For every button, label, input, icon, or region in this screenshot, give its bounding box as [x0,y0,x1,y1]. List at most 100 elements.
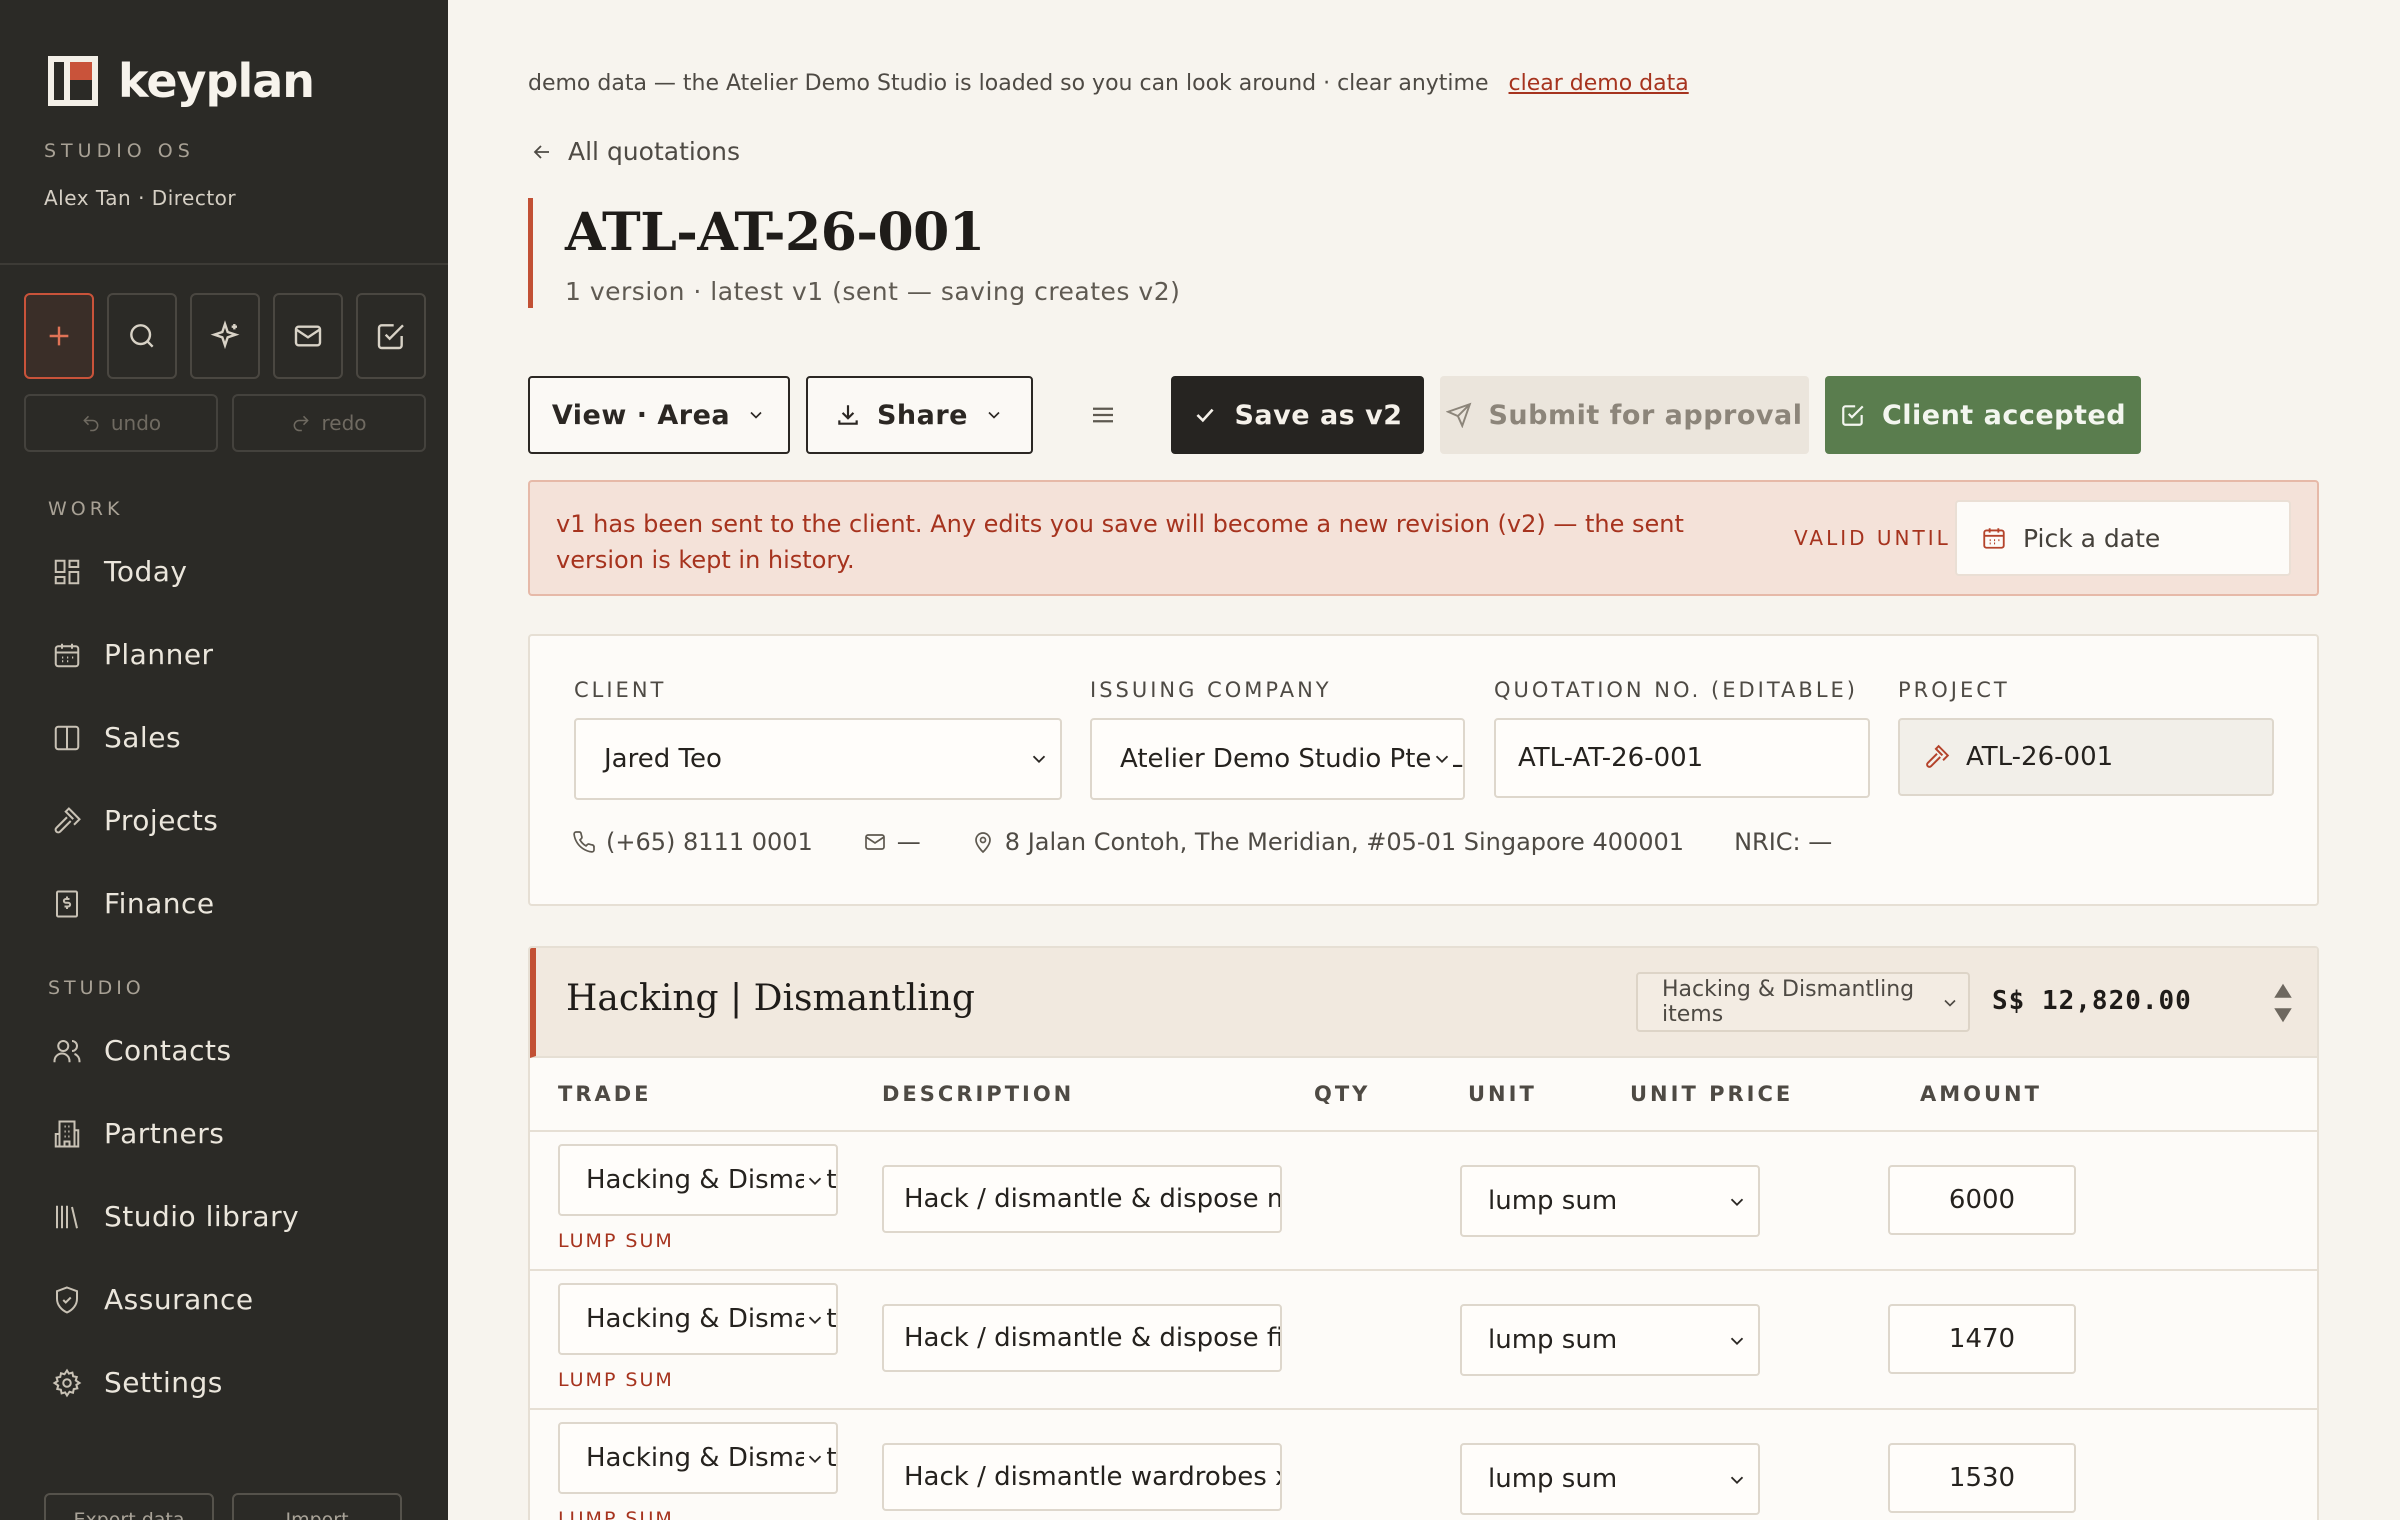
issuing-company-label: ISSUING COMPANY [1090,678,1332,702]
chevron-down-icon [1431,748,1453,770]
search-icon [130,324,154,348]
sparkle-icon [210,320,240,350]
inbox-button[interactable] [273,293,343,379]
mail-icon [294,325,322,347]
quotation-no-label: QUOTATION NO. (EDITABLE) [1494,678,1858,702]
nav-settings-label: Settings [104,1366,223,1399]
amount-input[interactable]: 1470 [1888,1304,2076,1374]
nav-contacts[interactable]: Contacts [52,1034,232,1067]
client-address: 8 Jalan Contoh, The Meridian, #05-01 Sin… [971,828,1684,856]
new-button[interactable] [24,293,94,379]
reorder-handle-icon[interactable] [2272,982,2294,1024]
project-field[interactable]: ATL-26-001 [1898,718,2274,796]
chevron-down-icon [750,411,762,419]
redo-icon [294,415,310,432]
main-content: demo data — the Atelier Demo Studio is l… [448,0,2400,1520]
valid-until-date-picker[interactable]: Pick a date [1955,500,2291,576]
undo-button[interactable]: undo [24,394,218,452]
client-email: — [863,828,921,856]
nav-projects[interactable]: Projects [52,804,218,837]
nav-planner[interactable]: Planner [52,638,214,671]
search-button[interactable] [107,293,177,379]
dashboard-icon [54,559,80,584]
client-contact-info: (+65) 8111 0001 — 8 Jalan Contoh, The Me… [572,828,1882,856]
date-placeholder: Pick a date [2023,523,2161,553]
view-area-dropdown[interactable]: View · Area [528,376,790,454]
column-amount: AMOUNT [1920,1082,2042,1106]
trade-select[interactable]: Hacking & Dismantling [558,1283,838,1355]
trade-select[interactable]: Hacking & Dismantling [558,1144,838,1216]
client-select[interactable]: Jared Teo [574,718,1062,800]
nav-settings[interactable]: Settings [52,1366,223,1399]
chevron-down-icon [1028,748,1050,770]
quick-tools [24,293,426,379]
shield-icon [56,1285,78,1314]
nav-assurance-label: Assurance [104,1283,254,1316]
nav-today-label: Today [104,555,188,588]
redo-label: redo [321,411,367,435]
project-value: ATL-26-001 [1966,742,2114,772]
work-section-label: WORK [48,498,124,520]
description-value: Hack / dismantle wardrobes x 3 [904,1462,1282,1492]
nav-sales[interactable]: Sales [52,721,181,754]
redo-button[interactable]: redo [232,394,426,452]
nav-partners[interactable]: Partners [52,1117,224,1150]
amount-input[interactable]: 1530 [1888,1443,2076,1513]
receipt-icon [56,890,78,917]
menu-icon [1093,407,1113,423]
quotation-no-input[interactable]: ATL-AT-26-001 [1494,718,1870,798]
trade-value: Hacking & Dismantling [586,1304,837,1334]
brand[interactable]: keyplan [48,54,315,108]
demo-banner: demo data — the Atelier Demo Studio is l… [528,71,1689,96]
nav-finance-label: Finance [104,887,215,920]
data-actions: Export data Import [44,1493,402,1520]
tasks-button[interactable] [356,293,426,379]
export-data-button[interactable]: Export data [44,1493,214,1520]
nav-assurance[interactable]: Assurance [52,1283,254,1316]
section-title[interactable]: Hacking | Dismantling [566,978,975,1019]
nav-partners-label: Partners [104,1117,225,1150]
trade-select[interactable]: Hacking & Dismantling [558,1422,838,1494]
quotation-details-card: CLIENT Jared Teo ISSUING COMPANY Atelier… [528,634,2319,906]
amount-value: 1530 [1948,1463,2016,1493]
accepted-label: Client accepted [1881,399,2127,431]
column-unit: UNIT [1468,1082,1537,1106]
issuing-company-select[interactable]: Atelier Demo Studio Pte. Ltd. [1090,718,1465,800]
nav-finance[interactable]: Finance [52,887,215,920]
more-menu-button[interactable] [1069,376,1137,454]
chevron-down-icon [988,411,1000,419]
description-input[interactable]: Hack / dismantle & dispose fixtures [882,1304,1282,1372]
description-value: Hack / dismantle & dispose fixtures [904,1323,1282,1353]
unit-select[interactable]: lump sum [1460,1165,1760,1237]
description-input[interactable]: Hack / dismantle wardrobes x 3 [882,1443,1282,1511]
chevron-down-icon [1726,1469,1748,1491]
nav-today[interactable]: Today [52,555,187,588]
clear-demo-link[interactable]: clear demo data [1509,71,1689,96]
share-dropdown[interactable]: Share [806,376,1033,454]
submit-for-approval-button[interactable]: Submit for approval [1440,376,1809,454]
client-nric-value: NRIC: — [1734,828,1833,856]
nav-planner-label: Planner [104,638,214,671]
download-icon [838,405,858,425]
undo-icon [83,415,99,432]
save-label: Save as v2 [1234,399,1403,431]
action-toolbar: View · Area Share Save as v2 Submit for … [528,376,2141,454]
section-items-select[interactable]: Hacking & Dismantling items [1636,972,1970,1032]
section-items-value: Hacking & Dismantling items [1662,977,1915,1027]
chevron-down-icon [1726,1191,1748,1213]
amount-input[interactable]: 6000 [1888,1165,2076,1235]
section-header: Hacking | Dismantling Hacking & Dismantl… [530,948,2317,1058]
back-to-quotations-link[interactable]: All quotations [530,137,740,166]
unit-select[interactable]: lump sum [1460,1443,1760,1515]
nav-studio-library[interactable]: Studio library [52,1200,299,1233]
column-description: DESCRIPTION [882,1082,1075,1106]
description-input[interactable]: Hack / dismantle & dispose marble floori… [882,1165,1282,1233]
import-button[interactable]: Import [232,1493,402,1520]
ai-assist-button[interactable] [190,293,260,379]
plus-icon [49,326,69,346]
client-phone: (+65) 8111 0001 [572,828,813,856]
save-as-v2-button[interactable]: Save as v2 [1171,376,1424,454]
unit-select[interactable]: lump sum [1460,1304,1760,1376]
calendar-icon [54,643,80,667]
client-accepted-button[interactable]: Client accepted [1825,376,2141,454]
